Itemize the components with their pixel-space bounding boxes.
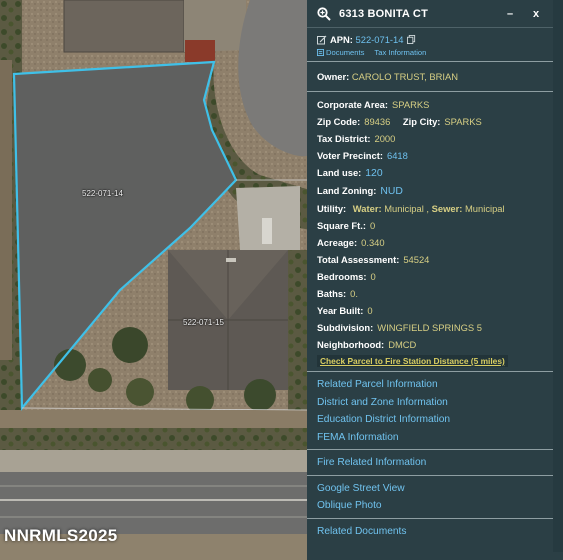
field-label: Land use: [317, 167, 362, 178]
field-label: Year Built: [317, 305, 364, 316]
field-label: Land Zoning: [317, 185, 377, 196]
apn-label: APN: [330, 34, 353, 45]
field-value[interactable]: 120 [365, 168, 382, 179]
owner-label: Owner: [317, 71, 350, 82]
field-voter-precinct: Voter Precinct: 6418 [317, 147, 543, 164]
field-value: SPARKS [392, 99, 430, 110]
education-district-link[interactable]: Education District Information [317, 411, 543, 429]
field-label: Utility: [317, 203, 347, 214]
related-documents-link[interactable]: Related Documents [317, 523, 543, 541]
field-zip: Zip Code: 89436 Zip City: SPARKS [317, 113, 543, 130]
section-view-links: Google Street View Oblique Photo [307, 474, 553, 518]
field-baths: Baths: 0. [317, 285, 543, 302]
section-documents-links: Related Documents [307, 517, 553, 544]
documents-label[interactable]: Documents [326, 48, 364, 57]
field-total-assessment: Total Assessment: 54524 [317, 251, 543, 268]
field-value: Municipal [465, 203, 505, 214]
field-value: SPARKS [444, 116, 482, 127]
field-neighborhood: Neighborhood: DMCD [317, 336, 543, 353]
field-year-built: Year Built: 0 [317, 302, 543, 319]
field-value: 0 [370, 271, 376, 282]
minimize-button[interactable]: – [501, 8, 519, 20]
document-icon [317, 49, 324, 56]
field-label: Total Assessment: [317, 254, 400, 265]
section-parcel-links: Related Parcel Information District and … [307, 371, 553, 449]
field-label: Water: [352, 203, 382, 214]
field-label: Subdivision: [317, 322, 374, 333]
parcel-info-panel: 6313 BONITA CT – x APN: 522-071-14 Docum… [307, 0, 553, 552]
owner-value: CAROLO TRUST, BRIAN [351, 71, 459, 82]
field-label: Tax District: [317, 133, 371, 144]
field-label: Sewer: [431, 203, 463, 214]
mls-watermark: NNRMLS2025 [4, 526, 118, 545]
field-label: Square Ft.: [317, 220, 366, 231]
field-land-use: Land use: 120 [317, 164, 543, 182]
field-value: 89436 [364, 116, 391, 127]
field-bedrooms: Bedrooms: 0 [317, 268, 543, 285]
tax-information-link[interactable]: Tax Information [374, 48, 426, 57]
fire-station-distance-button[interactable]: Check Parcel to Fire Station Distance (5… [317, 355, 508, 367]
field-value[interactable]: 6418 [387, 150, 408, 161]
field-value: 0 [369, 220, 376, 231]
parcel-fields: Corporate Area: SPARKS Zip Code: 89436 Zip… [307, 92, 553, 371]
parcel-label-selected: 522-071-14 [82, 189, 123, 198]
edit-icon[interactable] [317, 35, 327, 45]
field-label: Neighborhood: [317, 339, 385, 350]
field-label: Acreage: [317, 237, 358, 248]
field-label: Zip City: [402, 116, 441, 127]
field-label: Corporate Area: [317, 99, 389, 110]
field-utility: Utility: Water: Municipal , Sewer: Munic… [317, 200, 543, 217]
field-value: DMCD [388, 339, 417, 350]
field-value[interactable]: NUD [380, 186, 403, 197]
field-value: Municipal , [384, 203, 430, 214]
field-value: WINGFIELD SPRINGS 5 [377, 322, 482, 333]
parcel-label-neighbor: 522-071-15 [183, 318, 224, 327]
apn-value[interactable]: 522-071-14 [356, 34, 404, 45]
field-value: 0.340 [361, 237, 385, 248]
field-tax-district: Tax District: 2000 [317, 130, 543, 147]
apn-block: APN: 522-071-14 Documents Tax Informatio… [307, 28, 553, 62]
panel-title: 6313 BONITA CT [339, 7, 428, 20]
field-value: 0. [350, 288, 358, 299]
field-land-zoning: Land Zoning: NUD [317, 182, 543, 200]
zoom-in-icon[interactable] [317, 6, 331, 21]
field-square-ft: Square Ft.: 0 [317, 217, 543, 234]
field-value: 2000 [374, 133, 396, 144]
field-subdivision: Subdivision: WINGFIELD SPRINGS 5 [317, 319, 543, 336]
related-parcel-link[interactable]: Related Parcel Information [317, 376, 543, 394]
panel-edge [553, 0, 563, 552]
street-view-link[interactable]: Google Street View [317, 480, 543, 498]
fema-link[interactable]: FEMA Information [317, 429, 543, 447]
close-button[interactable]: x [527, 8, 545, 20]
copy-icon[interactable] [406, 35, 416, 44]
field-corporate-area: Corporate Area: SPARKS [317, 96, 543, 113]
field-label: Bedrooms: [317, 271, 367, 282]
field-label: Zip Code: [317, 116, 361, 127]
section-fire-links: Fire Related Information [307, 449, 553, 475]
field-label: Voter Precinct: [317, 150, 383, 161]
field-value: 54524 [403, 254, 430, 265]
oblique-photo-link[interactable]: Oblique Photo [317, 497, 543, 515]
field-acreage: Acreage: 0.340 [317, 234, 543, 251]
documents-link[interactable]: Documents [317, 48, 364, 57]
fire-related-link[interactable]: Fire Related Information [317, 454, 543, 472]
field-label: Baths: [317, 288, 347, 299]
panel-footer-strip [307, 552, 563, 560]
owner-row: Owner: CAROLO TRUST, BRIAN [307, 62, 553, 92]
panel-header: 6313 BONITA CT – x [307, 0, 553, 28]
district-zone-link[interactable]: District and Zone Information [317, 394, 543, 412]
field-value: 0 [367, 305, 373, 316]
